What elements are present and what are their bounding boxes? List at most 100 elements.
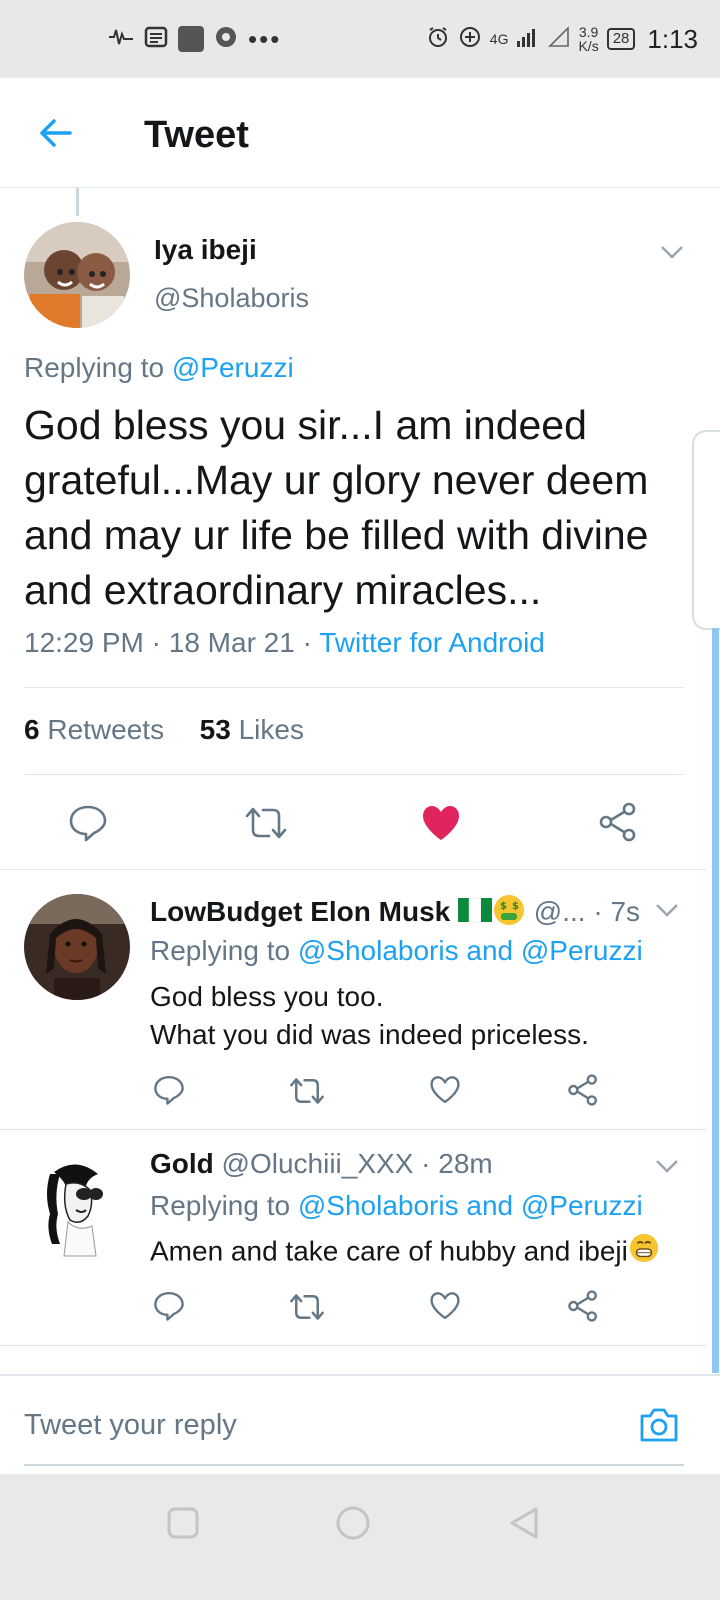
reply-bubble-icon[interactable]	[153, 1290, 185, 1327]
share-icon[interactable]	[567, 1290, 599, 1327]
meta-separator: ·	[593, 895, 611, 927]
retweet-icon[interactable]	[288, 1075, 326, 1112]
likes-count: 53	[199, 714, 231, 745]
avatar[interactable]	[24, 894, 130, 1000]
replying-prefix: Replying to	[150, 1190, 298, 1221]
reply-composer	[0, 1374, 720, 1474]
money-mouth-face-icon: $ $	[492, 893, 526, 934]
signal-empty-icon	[548, 25, 570, 53]
likes-stat[interactable]: 53 Likes	[200, 714, 304, 745]
reply-bubble-icon[interactable]	[153, 1074, 185, 1111]
chrome-icon	[214, 25, 238, 54]
divider	[24, 774, 684, 775]
battery-indicator: 28	[606, 28, 636, 50]
replying-to: Replying to @Sholaboris and @Peruzzi	[150, 935, 643, 967]
arrow-left-icon[interactable]	[36, 113, 76, 153]
retweet-icon[interactable]	[288, 1291, 326, 1328]
author-name[interactable]: Iya ibeji	[154, 234, 257, 266]
tweet-meta: 12:29 PM · 18 Mar 21 · Twitter for Andro…	[24, 627, 545, 659]
network-speed-unit: K/s	[578, 38, 599, 54]
status-bar-right-icons: 4G 3.9 K/s 28 1:13	[426, 22, 698, 56]
camera-icon[interactable]	[638, 1406, 680, 1444]
reply-text-line: God bless you too.	[150, 981, 384, 1012]
reply-text-line: Amen and take care of hubby and ibeji	[150, 1235, 628, 1267]
replying-to: Replying to @Sholaboris and @Peruzzi	[150, 1190, 643, 1222]
meta-separator: ·	[294, 627, 320, 658]
overflow-dots-icon: •••	[248, 24, 282, 54]
system-nav-bar	[0, 1474, 720, 1600]
divider	[0, 869, 706, 870]
heart-icon[interactable]	[421, 804, 461, 847]
meta-separator: ·	[413, 1148, 439, 1179]
network-type-4g: 4G	[490, 32, 509, 46]
reply-text: God bless you too. What you did was inde…	[150, 978, 695, 1054]
author-handle[interactable]: @Sholaboris	[154, 283, 309, 314]
replying-mention-link[interactable]: @Peruzzi	[172, 352, 294, 383]
recents-square-icon[interactable]	[164, 1504, 202, 1542]
svg-text:$: $	[500, 901, 507, 912]
audio-wave-icon	[108, 26, 134, 52]
replying-mention-link[interactable]: @Sholaboris and @Peruzzi	[298, 1190, 643, 1221]
status-bar: ••• 4G 3.9 K/s 28 1:13	[0, 0, 720, 78]
network-speed: 3.9 K/s	[578, 25, 598, 53]
page-title: Tweet	[144, 114, 249, 156]
alarm-icon	[426, 25, 450, 54]
thread-connector-line	[76, 188, 79, 216]
reply-time: 28m	[438, 1148, 493, 1179]
reply-bubble-icon[interactable]	[68, 803, 108, 848]
avatar[interactable]	[24, 1152, 130, 1258]
replying-to: Replying to @Peruzzi	[24, 352, 294, 384]
replying-prefix: Replying to	[150, 935, 298, 966]
tweet-time: 12:29 PM	[24, 627, 144, 658]
app-square-icon	[178, 26, 204, 52]
chevron-down-icon[interactable]	[655, 1158, 679, 1174]
likes-label: Likes	[238, 714, 304, 745]
reply-header: LowBudget Elon Musk $ $ @... · 7s	[150, 893, 640, 934]
chevron-down-icon[interactable]	[660, 244, 684, 260]
avatar[interactable]	[24, 222, 130, 328]
data-saver-icon	[458, 25, 482, 54]
replying-mention-link[interactable]: @Sholaboris and @Peruzzi	[298, 935, 643, 966]
divider	[24, 687, 684, 688]
reply-header: Gold @Oluchiii_XXX · 28m	[150, 1148, 493, 1180]
svg-text:$: $	[512, 901, 519, 912]
status-time: 1:13	[647, 23, 698, 54]
reply-author-name[interactable]: Gold	[150, 1148, 214, 1179]
heart-icon[interactable]	[429, 1075, 461, 1110]
share-icon[interactable]	[598, 802, 638, 847]
grinning-face-icon	[628, 1232, 660, 1274]
reply-author-name[interactable]: LowBudget Elon Musk	[150, 896, 450, 927]
tweet-source-link[interactable]: Twitter for Android	[319, 627, 545, 658]
input-underline	[24, 1464, 684, 1466]
reply-input[interactable]	[24, 1400, 614, 1450]
status-bar-left-icons: •••	[108, 22, 281, 56]
nigeria-flag-icon	[458, 897, 492, 930]
retweets-label: Retweets	[47, 714, 165, 745]
tweet-date: 18 Mar 21	[168, 627, 295, 658]
retweets-stat[interactable]: 6 Retweets	[24, 714, 164, 745]
app-header: Tweet	[0, 78, 720, 188]
signal-strength-icon	[516, 26, 540, 53]
divider	[0, 1345, 706, 1346]
home-circle-icon[interactable]	[334, 1504, 372, 1542]
reply-author-handle[interactable]: @...	[534, 896, 586, 927]
reply-text: Amen and take care of hubby and ibeji	[150, 1232, 710, 1274]
reply-time: 7s	[610, 895, 641, 927]
share-icon[interactable]	[567, 1074, 599, 1111]
reply-text-line: What you did was indeed priceless.	[150, 1019, 589, 1050]
scroll-handle[interactable]	[692, 430, 720, 630]
tweet-stats: 6 Retweets 53 Likes	[24, 714, 304, 746]
retweets-count: 6	[24, 714, 40, 745]
back-triangle-icon[interactable]	[506, 1504, 544, 1542]
heart-icon[interactable]	[429, 1291, 461, 1326]
replying-prefix: Replying to	[24, 352, 172, 383]
reply-author-handle[interactable]: @Oluchiii_XXX	[222, 1148, 414, 1179]
network-type-label: 4G	[489, 31, 509, 47]
divider	[0, 1129, 706, 1130]
retweet-icon[interactable]	[243, 804, 289, 847]
chevron-down-icon[interactable]	[655, 902, 679, 918]
notes-icon	[144, 25, 168, 54]
meta-separator: ·	[143, 627, 169, 658]
tweet-text: God bless you sir...I am indeed grateful…	[24, 402, 649, 613]
scrollbar[interactable]	[712, 628, 719, 1373]
